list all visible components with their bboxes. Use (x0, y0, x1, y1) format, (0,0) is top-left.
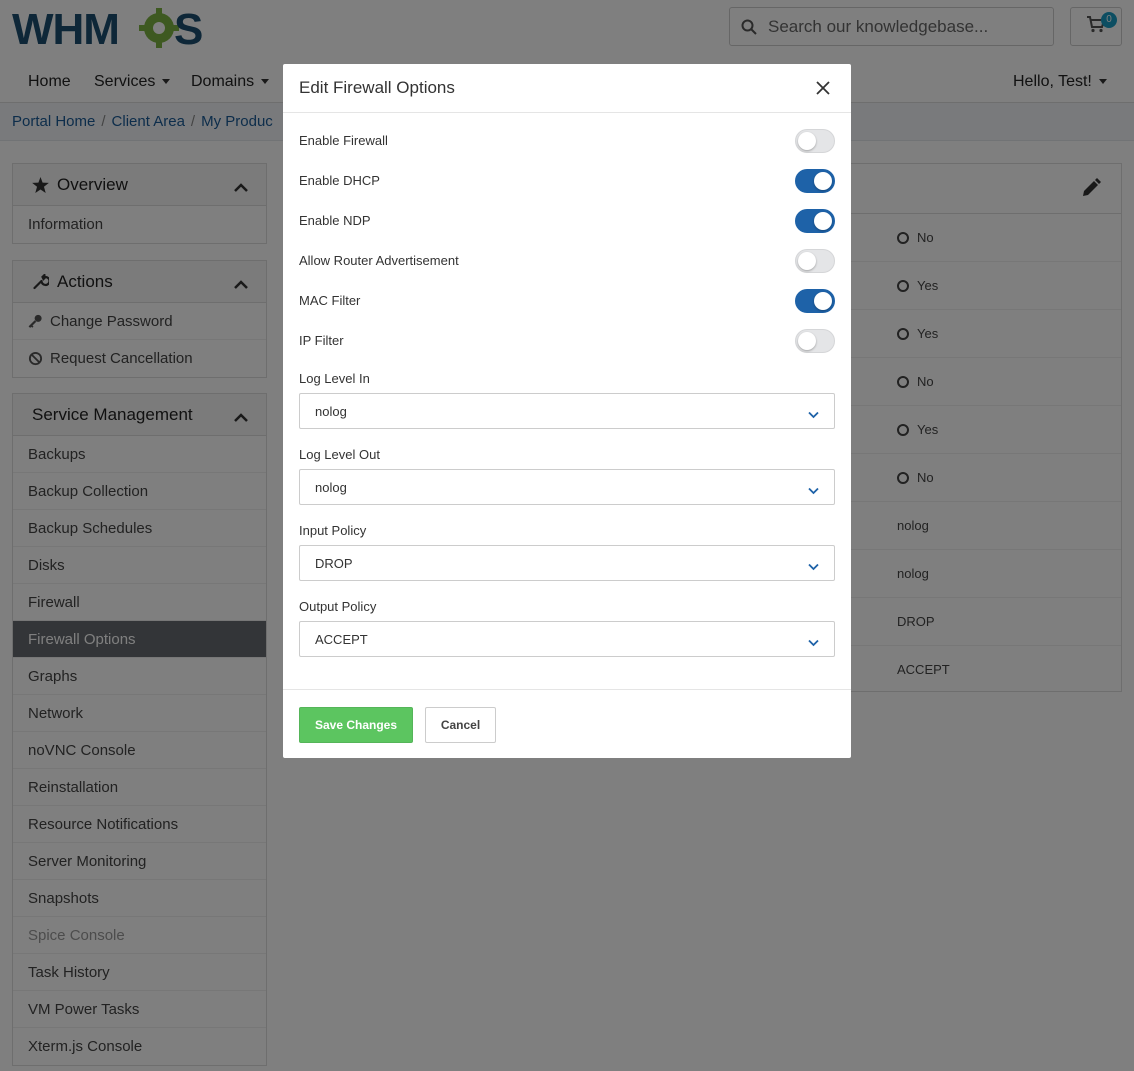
chevron-down-icon (808, 407, 819, 422)
input-policy-group: Input Policy DROP (299, 523, 835, 581)
toggle-knob (814, 212, 832, 230)
select-value: nolog (315, 479, 347, 495)
log-level-in-select[interactable]: nolog (299, 393, 835, 429)
toggle-label: Enable NDP (299, 213, 371, 228)
select-value: ACCEPT (315, 631, 368, 647)
toggle-row-enable-dhcp: Enable DHCP (299, 161, 835, 201)
toggle-row-enable-firewall: Enable Firewall (299, 121, 835, 161)
modal-title: Edit Firewall Options (299, 78, 455, 97)
toggle-knob (798, 132, 816, 150)
allow-router-advertisement-toggle[interactable] (795, 249, 835, 273)
output-policy-select[interactable]: ACCEPT (299, 621, 835, 657)
modal-body: Enable Firewall Enable DHCP Enable NDP A… (299, 121, 835, 361)
toggle-knob (814, 292, 832, 310)
toggle-knob (798, 252, 816, 270)
modal-header: Edit Firewall Options (283, 64, 851, 113)
log-level-out-group: Log Level Out nolog (299, 447, 835, 505)
modal-footer: Save Changes Cancel (283, 689, 851, 758)
save-changes-button[interactable]: Save Changes (299, 707, 413, 743)
select-label: Log Level Out (299, 447, 380, 462)
select-value: DROP (315, 555, 353, 571)
toggle-knob (814, 172, 832, 190)
enable-ndp-toggle[interactable] (795, 209, 835, 233)
chevron-down-icon (808, 635, 819, 650)
toggle-row-ip-filter: IP Filter (299, 321, 835, 361)
log-level-in-group: Log Level In nolog (299, 371, 835, 429)
output-policy-group: Output Policy ACCEPT (299, 599, 835, 657)
toggle-label: Allow Router Advertisement (299, 253, 459, 268)
mac-filter-toggle[interactable] (795, 289, 835, 313)
toggle-row-mac-filter: MAC Filter (299, 281, 835, 321)
close-icon[interactable] (815, 80, 831, 96)
toggle-label: IP Filter (299, 333, 344, 348)
toggle-knob (798, 332, 816, 350)
select-label: Output Policy (299, 599, 377, 614)
toggle-row-allow-router-advertisement: Allow Router Advertisement (299, 241, 835, 281)
toggle-row-enable-ndp: Enable NDP (299, 201, 835, 241)
select-value: nolog (315, 403, 347, 419)
chevron-down-icon (808, 483, 819, 498)
toggle-label: Enable DHCP (299, 173, 380, 188)
select-label: Log Level In (299, 371, 370, 386)
log-level-out-select[interactable]: nolog (299, 469, 835, 505)
enable-dhcp-toggle[interactable] (795, 169, 835, 193)
toggle-label: Enable Firewall (299, 133, 388, 148)
cancel-button[interactable]: Cancel (425, 707, 496, 743)
ip-filter-toggle[interactable] (795, 329, 835, 353)
select-label: Input Policy (299, 523, 367, 538)
toggle-label: MAC Filter (299, 293, 361, 308)
edit-firewall-options-modal: Edit Firewall Options Enable Firewall En… (283, 64, 851, 758)
chevron-down-icon (808, 559, 819, 574)
input-policy-select[interactable]: DROP (299, 545, 835, 581)
enable-firewall-toggle[interactable] (795, 129, 835, 153)
